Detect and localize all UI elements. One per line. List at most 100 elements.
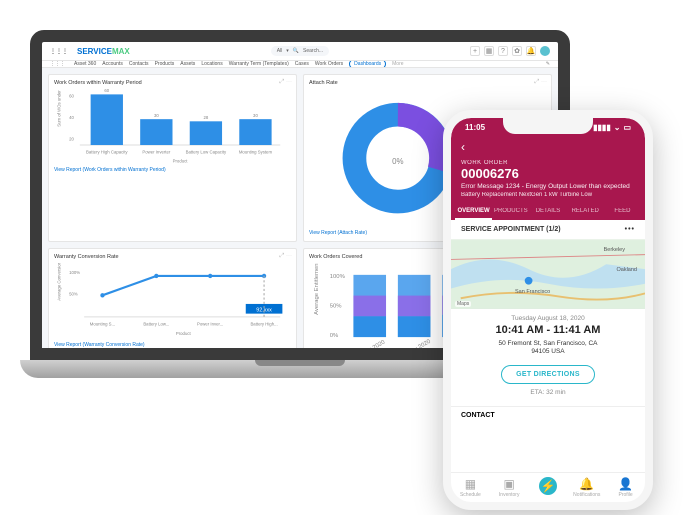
tab-related[interactable]: RELATED	[567, 204, 604, 220]
apps-icon[interactable]: ▦	[484, 46, 494, 56]
nav-workorders[interactable]: Work Orders	[315, 61, 343, 67]
phone-notch	[503, 118, 593, 134]
card-conversion: ⤢ ⋯ Warranty Conversion Rate Average Con…	[48, 248, 297, 360]
card-title: Attach Rate	[309, 80, 546, 86]
nav-contacts[interactable]: Contacts	[129, 61, 149, 67]
work-order-header: WORK ORDER 00006276 Error Message 1234 -…	[451, 160, 645, 204]
app-header: ⋮⋮⋮ SERVICEMAX All ▾ 🔍 Search... + ▦ ? ✿…	[42, 42, 558, 61]
svg-text:Battery Low Capacity: Battery Low Capacity	[186, 150, 227, 155]
tab-schedule[interactable]: ▦Schedule	[451, 477, 490, 498]
svg-text:Product: Product	[173, 158, 189, 163]
tab-action[interactable]: ⚡	[529, 477, 568, 498]
status-time: 11:05	[465, 123, 485, 132]
search-scope[interactable]: All	[277, 48, 283, 54]
wifi-icon: ⌄	[614, 123, 621, 132]
card-menu-icon[interactable]: ⤢ ⋯	[280, 253, 292, 260]
avatar-icon[interactable]	[540, 46, 550, 56]
bell-icon[interactable]: 🔔	[526, 46, 536, 56]
tab-overview[interactable]: OVERVIEW	[455, 204, 492, 220]
wo-message: Error Message 1234 - Energy Output Lower…	[461, 183, 635, 190]
svg-text:January 2020: January 2020	[352, 339, 387, 360]
svg-text:100%: 100%	[330, 274, 346, 280]
tab-inventory[interactable]: ▣Inventory	[490, 477, 529, 498]
nav-cases[interactable]: Cases	[295, 61, 309, 67]
nav-dashboards[interactable]: Dashboards	[349, 61, 386, 68]
card-menu-icon[interactable]: ⤢ ⋯	[535, 79, 547, 86]
map-provider: Maps	[455, 301, 471, 307]
tab-notifications[interactable]: 🔔Notifications	[567, 477, 606, 498]
svg-text:28: 28	[204, 115, 209, 120]
svg-text:20: 20	[69, 137, 74, 142]
phone-screen: 11:05 ▮▮▮▮ ⌄ ▭ ‹ WORK ORDER 00006276 Err…	[451, 118, 645, 502]
svg-text:60: 60	[104, 89, 109, 93]
svg-text:30: 30	[253, 113, 258, 118]
map-city-oak: Oakland	[617, 267, 638, 273]
tab-products[interactable]: PRODUCTS	[492, 204, 529, 220]
card-title: Work Orders within Warranty Period	[54, 80, 291, 86]
svg-text:February 2020: February 2020	[396, 339, 433, 360]
map-city-brk: Berkeley	[604, 247, 625, 253]
edit-icon[interactable]: ✎	[546, 61, 550, 67]
segment-tabs: OVERVIEW PRODUCTS DETAILS RELATED FEED	[451, 204, 645, 220]
nav-locations[interactable]: Locations	[201, 61, 222, 67]
svg-text:Product: Product	[176, 331, 192, 336]
get-directions-button[interactable]: GET DIRECTIONS	[501, 365, 595, 384]
header-utility-icons: + ▦ ? ✿ 🔔	[470, 46, 550, 56]
person-icon: 👤	[606, 477, 645, 491]
phone-frame: 11:05 ▮▮▮▮ ⌄ ▭ ‹ WORK ORDER 00006276 Err…	[443, 110, 653, 510]
tab-feed[interactable]: FEED	[604, 204, 641, 220]
svg-text:30: 30	[154, 113, 159, 118]
nav-products[interactable]: Products	[155, 61, 175, 67]
waffle-icon[interactable]: ⋮⋮⋮	[50, 61, 65, 67]
back-icon[interactable]: ‹	[461, 140, 465, 154]
card-link[interactable]: View Report (Work Orders within Warranty…	[54, 167, 291, 173]
search-icon: 🔍	[293, 48, 299, 54]
calendar-icon: ▦	[451, 477, 490, 491]
svg-text:0%: 0%	[392, 157, 403, 166]
svg-text:Sum of WOs under Warranty: Sum of WOs under Warranty	[56, 89, 61, 127]
svg-text:Battery High...: Battery High...	[250, 322, 277, 327]
svg-text:Battery Low...: Battery Low...	[143, 322, 169, 327]
nav-warranty[interactable]: Warranty Term (Templates)	[229, 61, 289, 67]
card-wo-warranty: ⤢ ⋯ Work Orders within Warranty Period S…	[48, 74, 297, 242]
map-view[interactable]: Maps San Francisco Oakland Berkeley	[451, 239, 645, 309]
svg-text:Average Conversion Rate: Average Conversion Rate	[56, 263, 61, 301]
help-icon[interactable]: ?	[498, 46, 508, 56]
bolt-icon: ⚡	[539, 477, 557, 495]
svg-text:50%: 50%	[69, 292, 78, 297]
line-chart: Average Conversion Rate 100%50% 92.xxx M…	[54, 263, 291, 338]
app-name[interactable]: Asset 360	[74, 61, 96, 67]
brand-logo: SERVICEMAX	[77, 47, 130, 56]
nav-bar: ‹	[451, 136, 645, 160]
nav-tabs: ⋮⋮⋮ Asset 360 Accounts Contacts Products…	[42, 61, 558, 68]
nav-more[interactable]: More	[392, 61, 403, 67]
wo-label: WORK ORDER	[461, 160, 635, 166]
contact-section: CONTACT	[451, 406, 645, 419]
tab-profile[interactable]: 👤Profile	[606, 477, 645, 498]
svg-text:Power Inver...: Power Inver...	[197, 322, 223, 327]
svg-text:50%: 50%	[330, 304, 343, 310]
settings-icon[interactable]: ✿	[512, 46, 522, 56]
appt-address: 50 Fremont St, San Francisco, CA 94105 U…	[461, 340, 635, 357]
appt-date: Tuesday August 18, 2020	[461, 315, 635, 322]
card-title: Warranty Conversion Rate	[54, 254, 291, 260]
tab-details[interactable]: DETAILS	[529, 204, 566, 220]
svg-text:60: 60	[69, 94, 74, 99]
svg-text:Power Inverter: Power Inverter	[142, 150, 171, 155]
appt-time: 10:41 AM - 11:41 AM	[461, 324, 635, 336]
plus-icon[interactable]: +	[470, 46, 480, 56]
svg-text:Mounting S...: Mounting S...	[90, 322, 115, 327]
card-link[interactable]: View Report (Warranty Conversion Rate)	[54, 342, 291, 348]
bar-chart-wo: Sum of WOs under Warranty 604020 60 30 2…	[54, 89, 291, 164]
app-launcher-icon[interactable]: ⋮⋮⋮	[50, 48, 68, 55]
nav-assets[interactable]: Assets	[180, 61, 195, 67]
battery-icon: ▭	[623, 123, 631, 132]
global-search[interactable]: All ▾ 🔍 Search...	[271, 46, 329, 56]
card-menu-icon[interactable]: ⤢ ⋯	[280, 79, 292, 86]
map-city-sf: San Francisco	[515, 289, 550, 295]
appointment-body: Tuesday August 18, 2020 10:41 AM - 11:41…	[451, 309, 645, 402]
search-placeholder: Search...	[303, 48, 323, 54]
nav-accounts[interactable]: Accounts	[102, 61, 123, 67]
bell-icon: 🔔	[567, 477, 606, 491]
more-icon[interactable]: •••	[625, 226, 635, 233]
